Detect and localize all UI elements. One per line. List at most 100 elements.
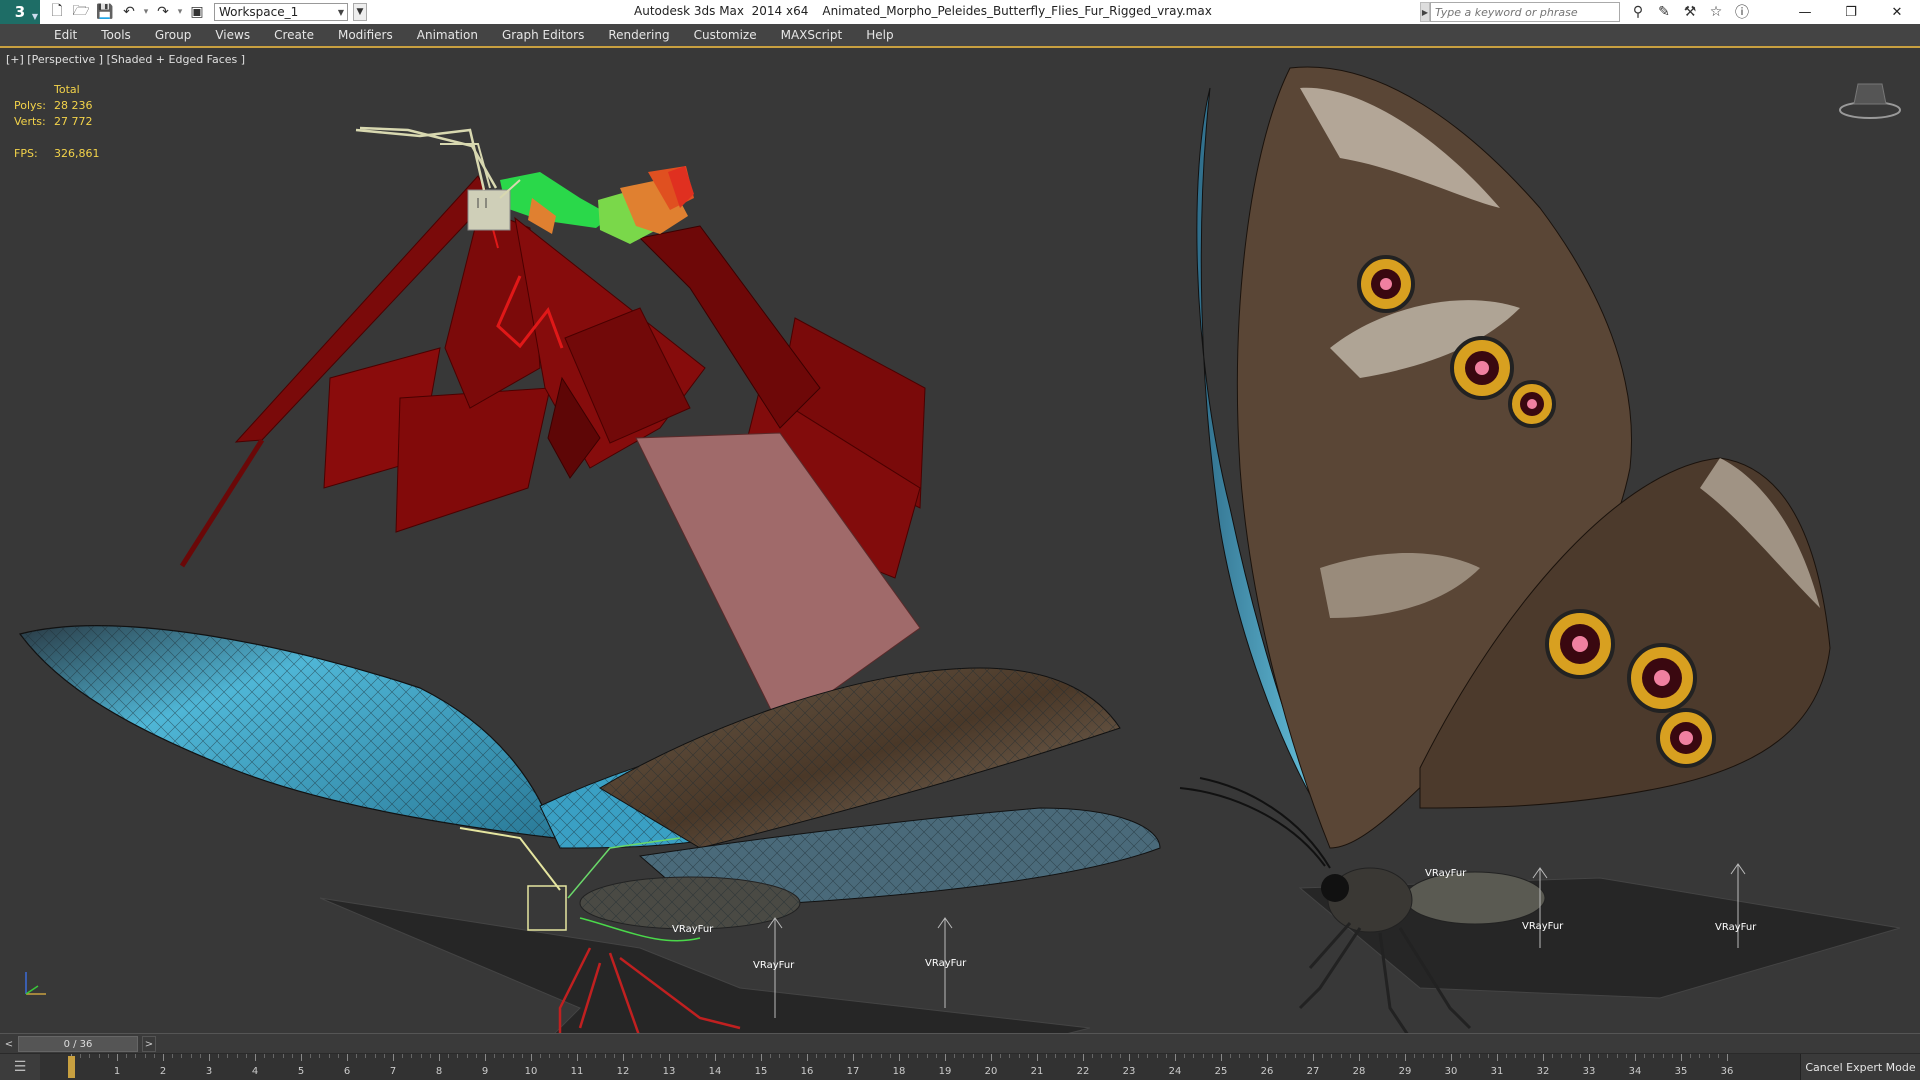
project-folder-icon[interactable]: ▣ <box>186 2 208 22</box>
fps-value: 326,861 <box>54 147 100 160</box>
frame-subtick <box>1202 1054 1204 1058</box>
menu-help[interactable]: Help <box>866 28 893 42</box>
next-frame-button[interactable]: > <box>142 1036 156 1052</box>
frame-subtick <box>1073 1054 1075 1058</box>
menu-group[interactable]: Group <box>155 28 192 42</box>
frame-subtick <box>89 1054 91 1058</box>
communication-center-icon[interactable]: ⚒ <box>1680 2 1700 22</box>
frame-subtick <box>1653 1054 1655 1058</box>
frame-tick <box>1267 1054 1268 1061</box>
verts-label: Verts: <box>14 115 46 128</box>
vrayfur-label: VRayFur <box>1425 868 1467 879</box>
frame-subtick <box>871 1054 873 1058</box>
frame-tick-label: 20 <box>984 1066 998 1077</box>
app-menu-button[interactable]: 3 ▼ <box>0 0 40 24</box>
frame-subtick <box>337 1054 339 1058</box>
frame-subtick <box>981 1054 983 1058</box>
search-input[interactable] <box>1430 2 1620 22</box>
frame-tick <box>899 1054 900 1061</box>
polys-value: 28 236 <box>54 99 93 112</box>
frame-subtick <box>98 1054 100 1058</box>
frame-subtick <box>917 1054 919 1058</box>
binoculars-icon[interactable]: ⚲ <box>1628 2 1648 22</box>
menu-maxscript[interactable]: MAXScript <box>781 28 843 42</box>
help-icon[interactable]: ⓘ <box>1732 2 1752 22</box>
frame-tick-label: 36 <box>1720 1066 1734 1077</box>
mini-curve-editor-icon[interactable]: ☰ <box>0 1054 40 1080</box>
frame-subtick <box>457 1054 459 1058</box>
rendered-butterfly[interactable]: VRayFur VRayFur VRayFur <box>1179 66 1901 1034</box>
subscription-icon[interactable]: ✎ <box>1654 2 1674 22</box>
save-icon[interactable]: 💾 <box>94 2 116 22</box>
frame-subtick <box>1395 1054 1397 1058</box>
frame-subtick <box>1110 1054 1112 1058</box>
frame-tick-label: 16 <box>800 1066 814 1077</box>
frame-subtick <box>880 1054 882 1058</box>
cancel-expert-mode-button[interactable]: Cancel Expert Mode <box>1800 1054 1920 1080</box>
frame-subtick <box>678 1054 680 1058</box>
frame-subtick <box>1579 1054 1581 1058</box>
open-file-icon[interactable]: 🗁 <box>70 2 92 22</box>
frame-tick <box>1727 1054 1728 1061</box>
search-toggle-icon[interactable]: ▶ <box>1420 2 1430 22</box>
frame-subtick <box>1662 1054 1664 1058</box>
menu-views[interactable]: Views <box>215 28 250 42</box>
frame-tick-label: 21 <box>1030 1066 1044 1077</box>
frame-subtick <box>549 1054 551 1058</box>
frame-subtick <box>1671 1054 1673 1058</box>
frame-subtick <box>1156 1054 1158 1058</box>
frame-tick-label: 11 <box>570 1066 584 1077</box>
menu-customize[interactable]: Customize <box>694 28 757 42</box>
time-slider-thumb[interactable]: 0 / 36 <box>18 1036 138 1052</box>
frame-subtick <box>1708 1054 1710 1058</box>
bone-rig[interactable] <box>179 126 926 729</box>
frame-subtick <box>889 1054 891 1058</box>
wireframe-butterfly[interactable]: VRayFur VRayFur VRayFur <box>18 625 1161 1034</box>
frame-subtick <box>1138 1054 1140 1058</box>
favorites-star-icon[interactable]: ☆ <box>1706 2 1726 22</box>
time-slider[interactable]: < 0 / 36 > <box>0 1034 1920 1054</box>
workspace-select[interactable]: Workspace_1 ▼ <box>214 3 348 21</box>
menu-create[interactable]: Create <box>274 28 314 42</box>
redo-icon[interactable]: ↷ <box>152 2 174 22</box>
viewcube-icon[interactable] <box>1838 76 1902 122</box>
frame-subtick <box>328 1054 330 1058</box>
undo-icon[interactable]: ↶ <box>118 2 140 22</box>
redo-dropdown-icon[interactable]: ▾ <box>176 7 184 17</box>
undo-dropdown-icon[interactable]: ▾ <box>142 7 150 17</box>
frame-subtick <box>567 1054 569 1058</box>
frame-subtick <box>1340 1054 1342 1058</box>
frame-subtick <box>659 1054 661 1058</box>
frame-tick <box>531 1054 532 1061</box>
frame-tick <box>1405 1054 1406 1061</box>
menu-tools[interactable]: Tools <box>101 28 131 42</box>
prev-frame-button[interactable]: < <box>2 1036 16 1052</box>
frame-subtick <box>1524 1054 1526 1058</box>
menu-graph-editors[interactable]: Graph Editors <box>502 28 584 42</box>
frame-subtick <box>264 1054 266 1058</box>
frame-subtick <box>172 1054 174 1058</box>
frame-ruler[interactable]: 0123456789101112131415161718192021222324… <box>40 1054 1800 1080</box>
frame-subtick <box>365 1054 367 1058</box>
restore-button[interactable]: ❐ <box>1828 0 1874 24</box>
frame-subtick <box>420 1054 422 1058</box>
current-frame-marker[interactable] <box>68 1056 75 1078</box>
menu-edit[interactable]: Edit <box>54 28 77 42</box>
track-bar[interactable]: ☰ 01234567891011121314151617181920212223… <box>0 1054 1920 1080</box>
close-button[interactable]: ✕ <box>1874 0 1920 24</box>
new-file-icon[interactable]: 🗋 <box>46 2 68 22</box>
perspective-viewport[interactable]: VRayFur VRayFur VRayFur VRayFur VRayFur … <box>0 46 1920 1034</box>
qat-customize-button[interactable]: ▼ <box>353 3 367 21</box>
menu-rendering[interactable]: Rendering <box>608 28 669 42</box>
frame-subtick <box>1349 1054 1351 1058</box>
frame-subtick <box>1000 1054 1002 1058</box>
menu-animation[interactable]: Animation <box>417 28 478 42</box>
app-logo-icon: 3 <box>14 3 26 21</box>
frame-subtick <box>595 1054 597 1058</box>
frame-tick <box>1359 1054 1360 1061</box>
minimize-button[interactable]: — <box>1782 0 1828 24</box>
menu-modifiers[interactable]: Modifiers <box>338 28 393 42</box>
frame-tick-label: 22 <box>1076 1066 1090 1077</box>
viewport-label-menu[interactable]: [+] [Perspective ] [Shaded + Edged Faces… <box>6 53 245 66</box>
frame-tick <box>255 1054 256 1061</box>
